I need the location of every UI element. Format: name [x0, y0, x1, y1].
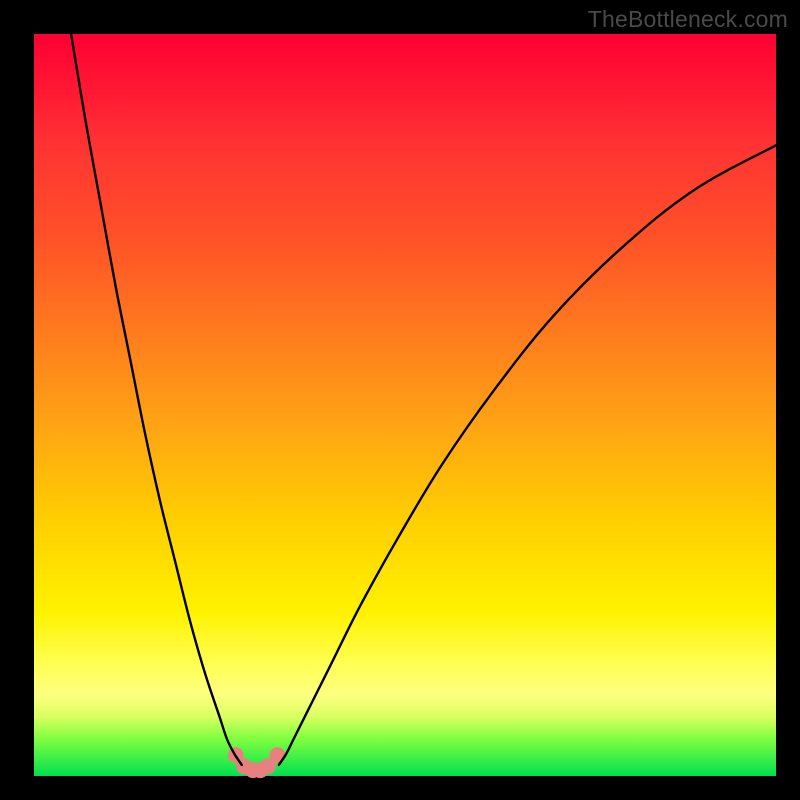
curve-right-branch [279, 145, 776, 765]
chart-svg [34, 34, 776, 776]
chart-frame: TheBottleneck.com [0, 0, 800, 800]
watermark-text: TheBottleneck.com [588, 6, 788, 33]
curve-left-branch [71, 34, 242, 765]
valley-markers [228, 747, 286, 778]
